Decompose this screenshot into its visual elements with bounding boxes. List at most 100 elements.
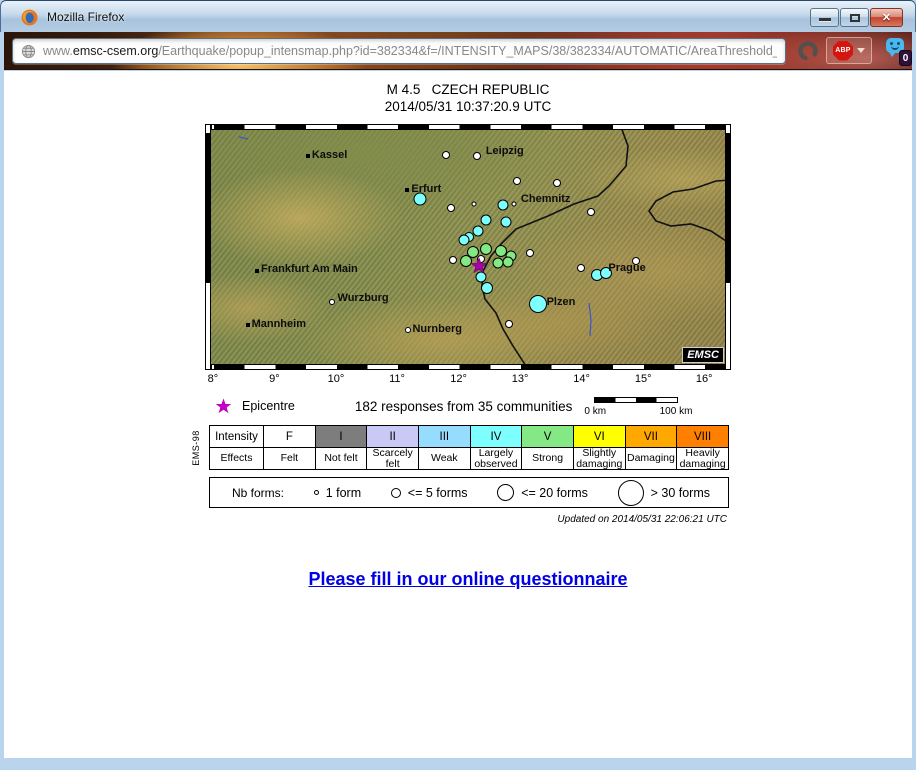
effect-cell: Felt [264,448,316,470]
epicentre-legend: Epicentre [215,398,295,415]
questionnaire-link[interactable]: Please fill in our online questionnaire [308,569,627,589]
globe-icon [21,44,36,59]
map-data-point [442,151,450,159]
map-data-point [449,256,457,264]
form-size-circle-icon [391,488,401,498]
page-content: M 4.5 CZECH REPUBLIC 2014/05/31 10:37:20… [4,71,912,758]
intensity-table-wrap: EMS-98 Intensity FIIIIIIIVVVIVIIVIII Eff… [209,425,733,470]
nb-forms-legend: Nb forms: 1 form <= 5 forms <= 20 forms > 3… [209,477,729,508]
city-label: Mannheim [252,318,306,330]
map-data-point [498,200,509,211]
effect-cell: Largely observed [470,448,522,470]
scale-min-label: 0 km [584,406,606,417]
map-frame-right [725,125,730,369]
maximize-button[interactable] [840,8,869,27]
form-size-circle-icon [497,484,514,501]
map-data-point [553,179,561,187]
longitude-label: 11° [389,373,405,385]
adblock-plus-button[interactable]: ABP [826,37,872,64]
map-frame-bottom [206,364,730,369]
map-data-point [505,320,513,328]
event-datetime: 2014/05/31 10:37:20.9 UTC [203,98,733,115]
responses-text: 182 responses from 35 communities [355,399,573,414]
map-data-point [414,193,427,206]
effect-cell: Strong [522,448,574,470]
map-data-point [526,249,534,257]
map-data-point [529,295,547,313]
map-data-point [447,204,455,212]
navigation-toolbar: www.emsc-csem.org/Earthquake/popup_inten… [4,32,912,70]
effect-cell: Slightly damaging [573,448,625,470]
updated-timestamp: Updated on 2014/05/31 22:06:21 UTC [203,514,727,525]
longitude-label: 14° [573,373,590,385]
url-text: www.emsc-csem.org/Earthquake/popup_inten… [43,44,777,58]
ems98-label: EMS-98 [191,430,201,466]
map-data-point [329,299,335,305]
form-size-item: 1 form [314,480,361,506]
minimize-icon [819,18,831,21]
nb-forms-label: Nb forms: [232,486,284,500]
intensity-cell: I [315,426,367,448]
city-label: Chemnitz [521,193,571,205]
map-data-point [511,202,516,207]
map-frame-left [206,125,211,369]
effect-cell: Scarcely felt [367,448,419,470]
epicentre-star [471,257,488,274]
intensity-cell: F [264,426,316,448]
city-marker [405,188,409,192]
form-size-item: <= 20 forms [497,480,588,506]
longitude-label: 9° [269,373,280,385]
intensity-cell: VII [625,426,677,448]
city-label: Prague [608,262,645,274]
map-data-point [502,256,513,267]
city-label: Erfurt [411,183,441,195]
title-bar: Mozilla Firefox ✕ [0,0,916,32]
map-data-point [587,208,595,216]
form-size-item: > 30 forms [618,480,710,506]
intensity-map: KasselLeipzigErfurtChemnitzFrankfurt Am … [205,124,731,370]
event-title: M 4.5 CZECH REPUBLIC [203,81,733,98]
city-marker [255,269,259,273]
intensity-cell: II [367,426,419,448]
chat-badge: 0 [899,50,912,66]
form-size-item: <= 5 forms [391,480,468,506]
intensity-cell: IV [470,426,522,448]
firefox-icon [21,9,38,26]
intensity-table: Intensity FIIIIIIIVVVIVIIVIII Effects Fe… [209,425,729,470]
map-data-point [513,177,521,185]
close-button[interactable]: ✕ [870,8,903,27]
city-label: Frankfurt Am Main [261,263,358,275]
effects-row-header: Effects [210,448,264,470]
city-label: Wurzburg [338,292,389,304]
chat-addon-button[interactable]: 0 [886,38,912,66]
effect-cell: Heavily damaging [677,448,729,470]
map-legend-row: Epicentre 182 responses from 35 communit… [203,395,733,417]
city-label: Kassel [312,149,347,161]
addon-ring-icon[interactable] [797,40,819,62]
intensity-cell: VIII [677,426,729,448]
map-data-point [473,152,481,160]
map-data-point [480,243,492,255]
city-label: Nurnberg [412,323,462,335]
longitude-label: 12° [450,373,467,385]
window-title: Mozilla Firefox [47,10,124,24]
abp-icon: ABP [833,41,853,61]
city-marker [246,323,250,327]
epicentre-legend-star-icon [215,398,232,415]
map-data-point [458,235,469,246]
epicentre-legend-label: Epicentre [242,399,295,413]
map-data-point [577,264,585,272]
longitude-label: 13° [512,373,529,385]
close-icon: ✕ [871,11,902,24]
effect-cell: Weak [418,448,470,470]
intensity-cell: V [522,426,574,448]
map-data-point [405,327,411,333]
map-data-point [500,217,511,228]
form-size-circle-icon [314,490,319,495]
minimize-button[interactable] [810,8,839,27]
url-bar[interactable]: www.emsc-csem.org/Earthquake/popup_inten… [12,38,786,64]
scale-max-label: 100 km [660,406,693,417]
intensity-cell: III [418,426,470,448]
scale-bar: 0 km 100 km [594,395,678,417]
map-data-point [472,226,483,237]
